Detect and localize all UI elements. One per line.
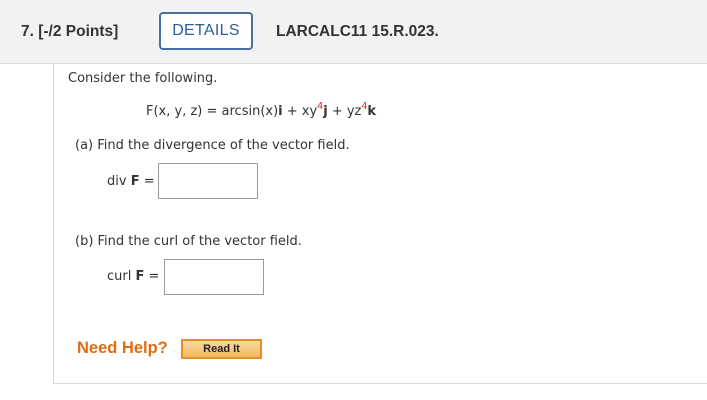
div-f-label: div F = [107,174,155,189]
curl-f-suffix: = [144,269,160,284]
div-f-bold: F [130,174,140,189]
div-answer-input[interactable] [158,163,258,199]
question-number-points: 7. [-/2 Points] [21,23,119,40]
problem-id: LARCALC11 15.R.023. [276,23,439,40]
need-help-label: Need Help? [77,339,168,357]
part-a-label: (a) Find the divergence of the vector fi… [75,138,350,153]
curl-f-prefix: curl [107,269,136,284]
formula-exponent-2: 4 [361,101,368,112]
details-button[interactable]: DETAILS [159,12,253,50]
formula-exponent-1: 4 [317,101,324,112]
formula-term2: + xy [282,104,318,119]
curl-f-label: curl F = [107,269,159,284]
curl-answer-input[interactable] [164,259,264,295]
prompt-text: Consider the following. [68,71,218,86]
question-header: 7. [-/2 Points] DETAILS LARCALC11 15.R.0… [0,0,707,64]
read-it-button[interactable]: Read It [181,339,262,359]
div-f-suffix: = [139,174,155,189]
formula-k: k [367,104,377,119]
part-b-label: (b) Find the curl of the vector field. [75,234,302,249]
div-f-prefix: div [107,174,131,189]
formula-term3: + yz [327,104,362,119]
vector-field-formula: F(x, y, z) = arcsin(x)i + xy4j + yz4k [146,101,377,119]
formula-lhs: F(x, y, z) = arcsin(x) [146,104,279,119]
